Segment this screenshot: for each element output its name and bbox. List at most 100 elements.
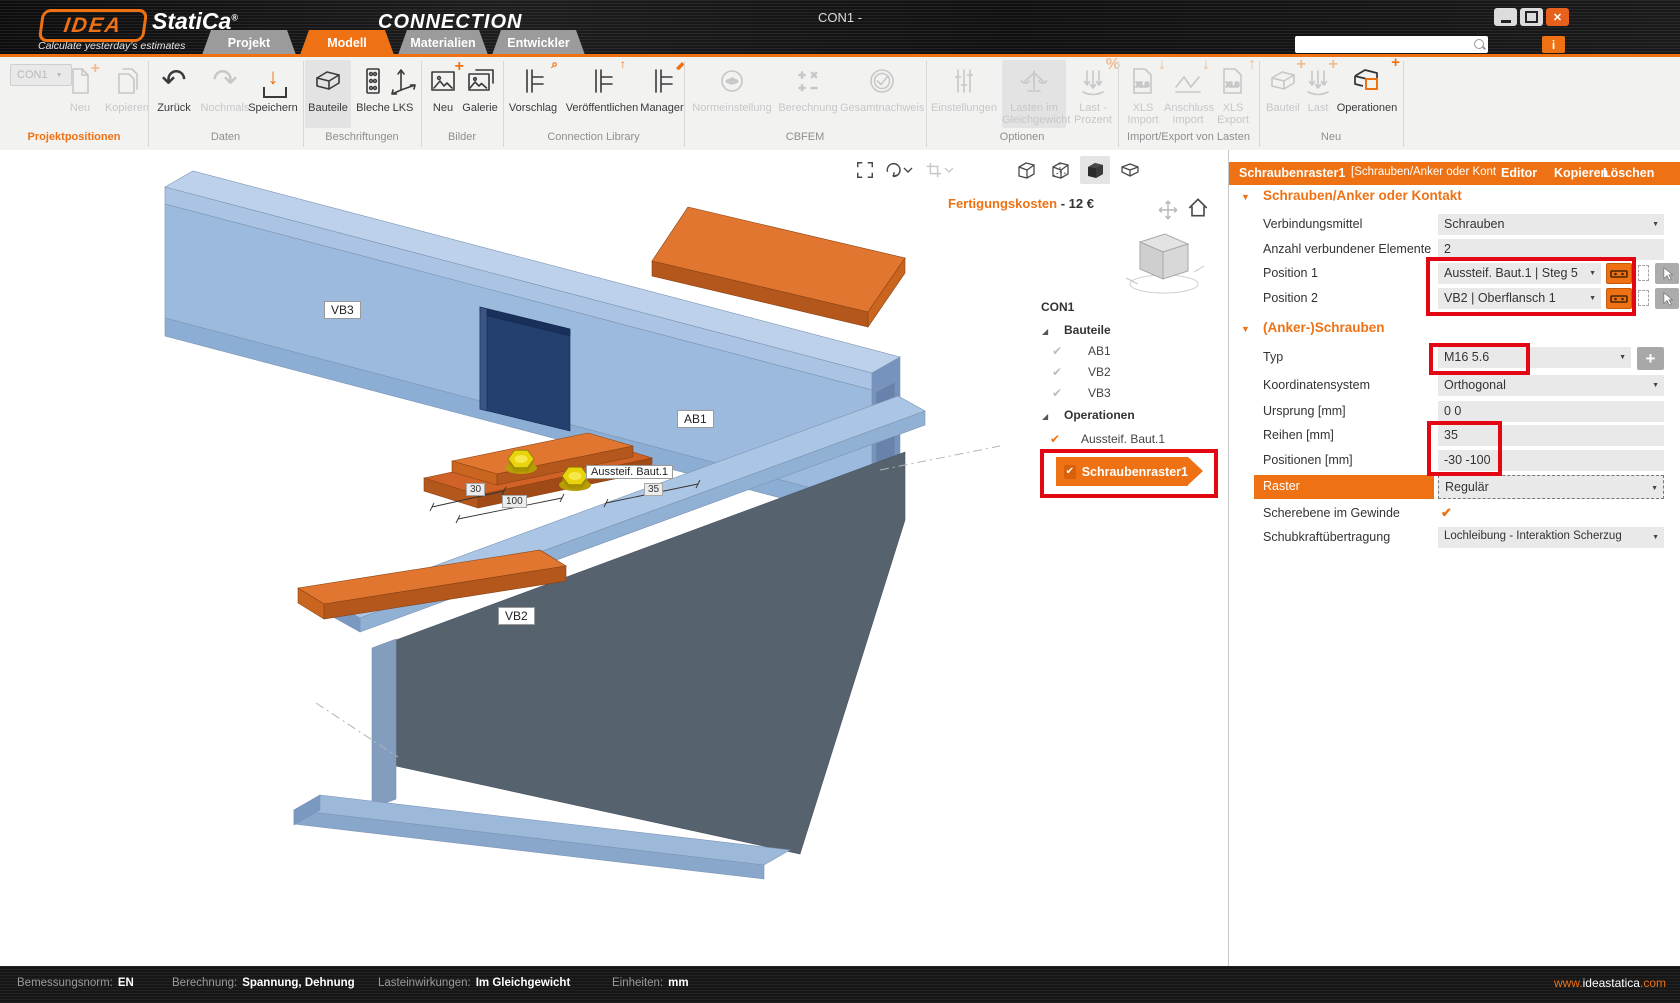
zoom-fit-button[interactable] [853,158,877,182]
ribbon-neu-bauteil[interactable]: + Bauteil [1262,60,1304,128]
tree-item-vb3[interactable]: VB3 [1088,386,1111,400]
website-link[interactable]: www.ideastatica.com [1554,976,1666,990]
tree-item-schraubenraster1[interactable]: ✔ Schraubenraster1 [1056,457,1188,486]
maximize-button[interactable] [1520,8,1543,26]
ribbon-einstellungen[interactable]: Einstellungen [930,60,998,128]
dropdown-arrow-icon: ▼ [1652,382,1659,389]
search-input[interactable] [1299,37,1471,53]
position1-select-in-scene-button[interactable] [1655,263,1679,284]
registered-mark: ® [231,12,238,22]
ribbon-last-prozent[interactable]: % Last - Prozent [1068,60,1118,128]
ribbon-speichern[interactable]: ↓ Speichern [244,60,302,128]
hidden-lines-view-button[interactable] [1048,158,1072,182]
dimension-100: 100 [502,495,527,508]
close-icon: ✕ [1553,11,1562,24]
ribbon-anschluss-import[interactable]: ↓ Anschluss Import [1164,60,1212,128]
navigation-cube [1126,234,1204,293]
home-view-button[interactable] [1186,196,1210,220]
typ-select[interactable]: M16 5.6▼ [1438,347,1631,368]
field-label: Schubkraftübertragung [1263,530,1390,544]
tab-modell[interactable]: Modell [300,30,394,55]
tree-group-operationen[interactable]: Operationen [1064,408,1135,422]
field-label: Ursprung [mm] [1263,404,1346,418]
search-icon [1474,39,1484,49]
scherebene-checkbox-checked[interactable]: ✔ [1441,505,1452,521]
raster-select[interactable]: Regulär▼ [1438,475,1664,499]
check-icon[interactable]: ✔ [1052,344,1062,358]
section-schrauben-anker[interactable]: Schrauben/Anker oder Kontakt [1263,188,1462,203]
ribbon-neu-projekt[interactable]: + Neu [60,60,100,128]
ribbon-galerie[interactable]: Galerie [458,60,502,128]
open-section-view-button[interactable] [1118,158,1142,182]
position1-plate-picker-button[interactable] [1606,263,1632,284]
rotate-options-chevron-icon[interactable] [902,158,914,182]
maximize-icon [1525,11,1538,23]
collapse-triangle-icon[interactable]: ▼ [1241,192,1250,202]
tree-item-aussteif[interactable]: Aussteif. Baut.1 [1081,432,1165,446]
dropdown-arrow-icon: ▼ [1652,534,1659,541]
position1-select[interactable]: Aussteif. Baut.1 | Steg 5▼ [1438,263,1601,284]
ribbon-normeinstellung[interactable]: Normeinstellung [688,60,776,128]
close-button[interactable]: ✕ [1546,8,1569,26]
tab-entwickler[interactable]: Entwickler [492,30,585,55]
new-load-icon: + [1302,60,1334,102]
field-label: Positionen [mm] [1263,453,1353,467]
reihen-input[interactable]: 35 [1438,425,1664,446]
editor-button[interactable]: Editor [1501,166,1537,180]
ribbon-manager[interactable]: Manager [640,60,684,128]
position2-select[interactable]: VB2 | Oberflansch 1▼ [1438,288,1601,309]
crop-options-chevron-icon[interactable] [943,158,955,182]
section-anker-schrauben[interactable]: (Anker-)Schrauben [1263,320,1385,335]
info-button[interactable]: i [1542,36,1565,53]
group-label-connection-library: Connection Library [503,131,684,145]
checkbox-checked-icon[interactable]: ✔ [1064,465,1076,479]
tab-projekt[interactable]: Projekt [202,30,296,55]
verbindungsmittel-select[interactable]: Schrauben▼ [1438,214,1664,235]
minimize-button[interactable] [1494,8,1517,26]
collapse-triangle-icon[interactable]: ▼ [1241,324,1250,334]
add-bolt-type-button[interactable]: + [1637,347,1664,370]
position2-plate-picker-button[interactable] [1606,288,1632,309]
ribbon-gesamtnachweis[interactable]: Gesamtnachweis [840,60,924,128]
schubkraft-select[interactable]: Lochleibung - Interaktion Scherzug▼ [1438,527,1664,548]
ribbon-zurueck[interactable]: ↶ Zurück [152,60,196,128]
check-icon[interactable]: ✔ [1050,432,1060,446]
tab-materialien[interactable]: Materialien [398,30,488,55]
check-icon[interactable]: ✔ [1052,386,1062,400]
position2-plate-icon [1638,290,1649,306]
ribbon-veroeffentlichen[interactable]: ↑ Veröffentlichen [560,60,644,128]
ribbon-bild-neu[interactable]: + Neu [424,60,462,128]
ribbon-neu-operationen[interactable]: + Operationen [1332,60,1402,128]
ribbon-lks-toggle[interactable]: LKS [386,60,420,128]
label-ab1: AB1 [677,410,714,428]
position2-select-in-scene-button[interactable] [1655,288,1679,309]
delete-button[interactable]: Löschen [1603,166,1654,180]
3d-viewport[interactable]: Fertigungskosten - 12 € VB3 AB1 VB2 Auss… [0,150,1228,966]
xls-export-icon: ↑ [1212,60,1254,102]
field-label: Koordinatensystem [1263,378,1370,392]
check-icon[interactable]: ✔ [1052,365,1062,379]
pan-axes-icon[interactable] [1156,198,1180,222]
ribbon-vorschlag[interactable]: ⌕ Vorschlag [506,60,560,128]
tree-item-ab1[interactable]: AB1 [1088,344,1111,358]
copy-button[interactable]: Kopieren [1554,166,1608,180]
ribbon-lasten-gleichgewicht[interactable]: Lasten im Gleichgewicht [1002,60,1066,128]
ribbon-berechnung[interactable]: Berechnung [776,60,840,128]
ribbon-xls-export[interactable]: ↑ XLS Export [1212,60,1254,128]
ribbon-xls-import[interactable]: ↓ XLS Import [1122,60,1164,128]
tree-expander-icon[interactable]: ◢ [1042,327,1048,336]
positionen-input[interactable]: -30 -100 [1438,450,1664,471]
tree-expander-icon[interactable]: ◢ [1042,412,1048,421]
solid-view-button[interactable] [1080,156,1110,184]
koordinatensystem-select[interactable]: Orthogonal▼ [1438,375,1664,396]
ribbon-bauteile-toggle[interactable]: Bauteile [305,60,351,128]
tree-item-vb2[interactable]: VB2 [1088,365,1111,379]
connection-import-icon: ↓ [1164,60,1212,102]
wireframe-view-button[interactable] [1014,158,1038,182]
ursprung-input[interactable]: 0 0 [1438,401,1664,422]
tree-group-bauteile[interactable]: Bauteile [1064,323,1111,337]
ribbon: </> +×÷− XLS CON1▼ + Neu Kopieren ↶ Zurü… [0,57,1680,151]
ribbon-neu-last[interactable]: + Last [1302,60,1334,128]
tree-root-con1[interactable]: CON1 [1041,300,1074,314]
search-box[interactable] [1295,36,1488,53]
